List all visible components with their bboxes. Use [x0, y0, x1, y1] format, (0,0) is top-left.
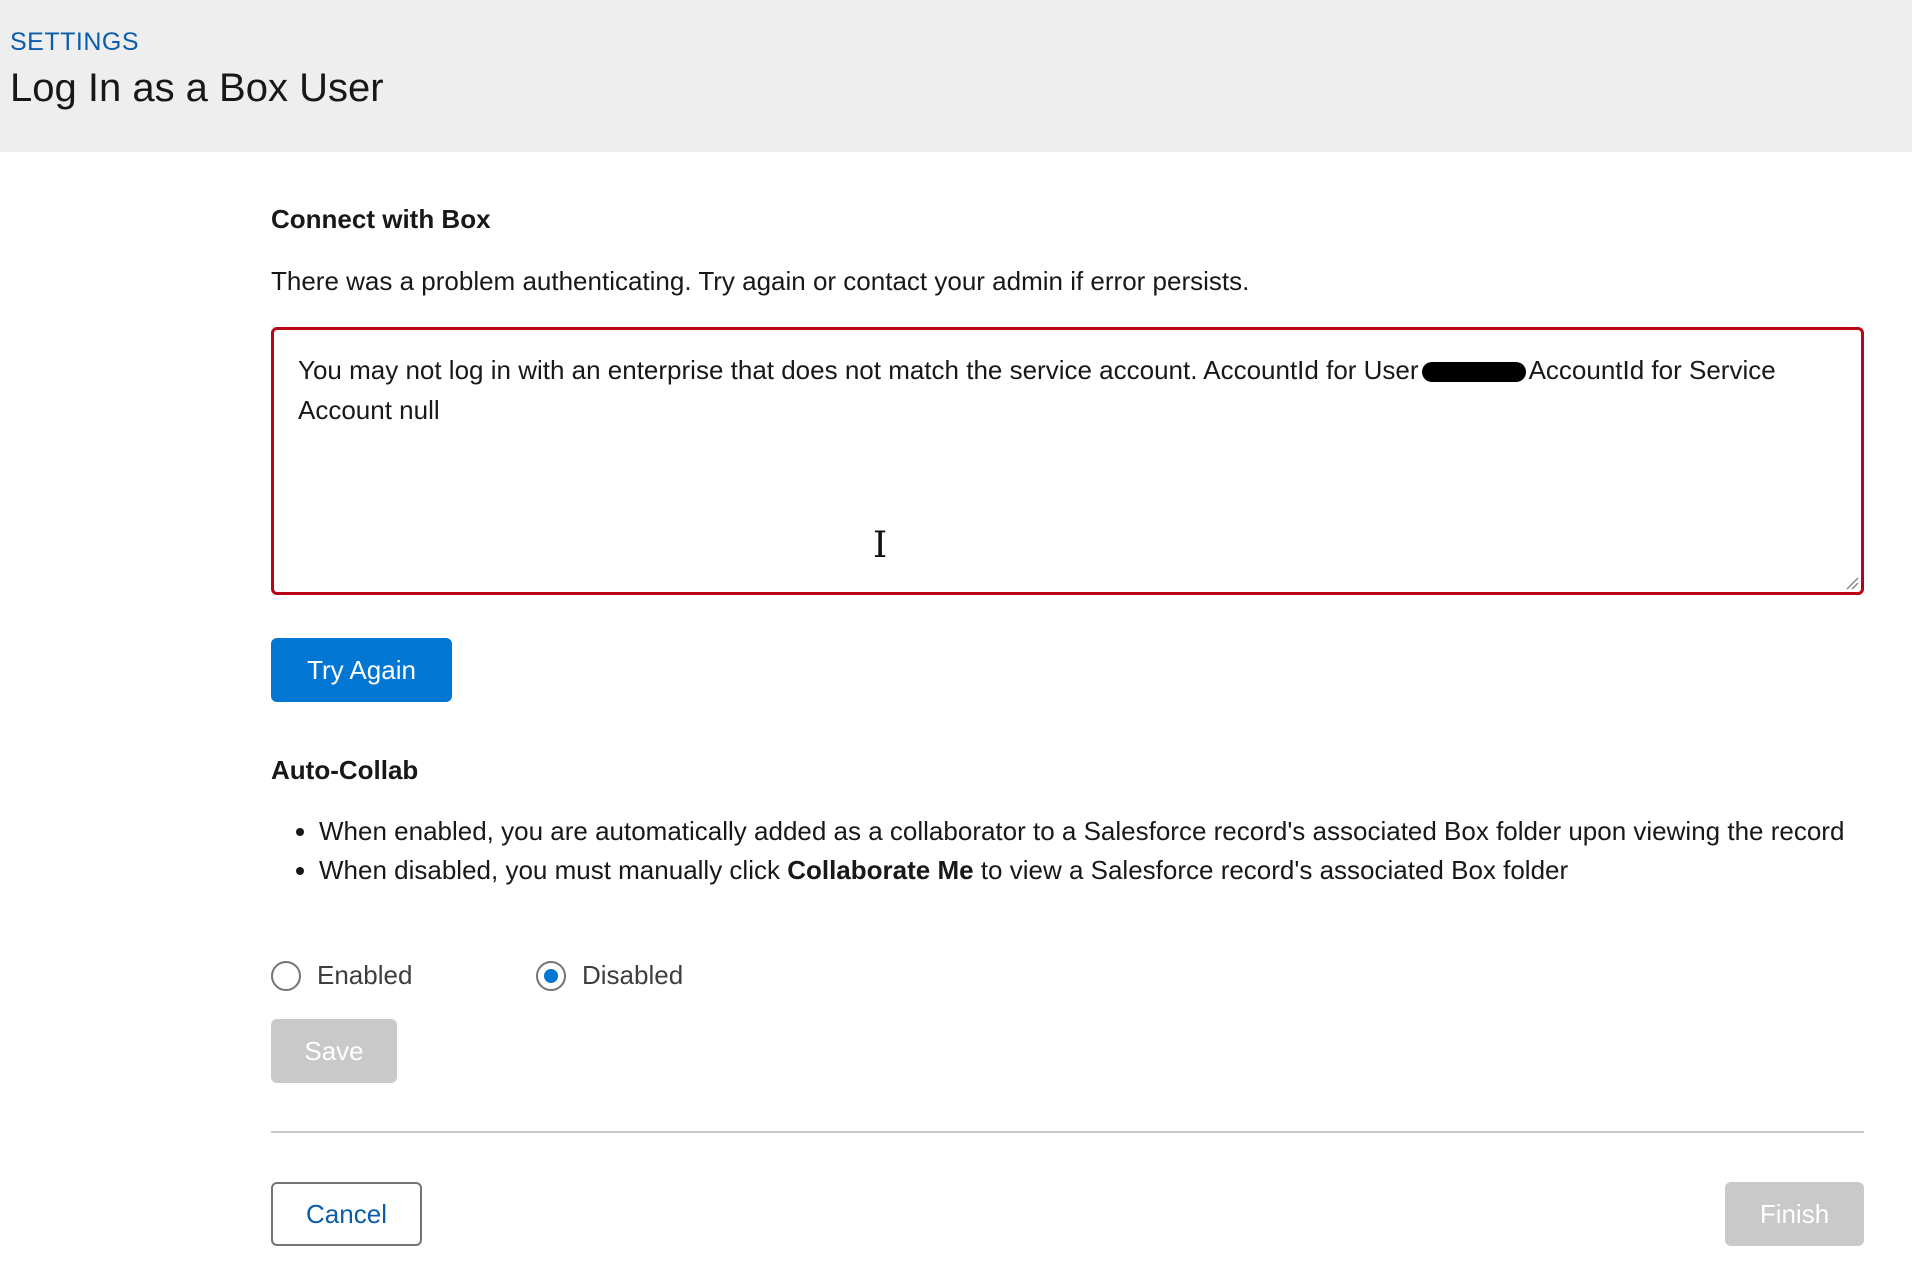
- auto-collab-bullets: When enabled, you are automatically adde…: [271, 812, 1879, 890]
- resize-handle-icon[interactable]: [1845, 576, 1859, 590]
- radio-disabled[interactable]: Disabled: [536, 960, 683, 991]
- cancel-button[interactable]: Cancel: [271, 1182, 422, 1246]
- bullet-enabled-description: When enabled, you are automatically adde…: [319, 812, 1879, 851]
- page-eyebrow: SETTINGS: [10, 28, 140, 56]
- page-title: Log In as a Box User: [10, 66, 384, 110]
- radio-disabled-label: Disabled: [582, 960, 684, 990]
- bullet-disabled-description: When disabled, you must manually click C…: [319, 851, 1879, 890]
- collaborate-me-text: Collaborate Me: [787, 855, 974, 885]
- bullet-2-text-before: When disabled, you must manually click: [319, 855, 788, 885]
- error-text-part-1: You may not log in with an enterprise th…: [298, 355, 1419, 385]
- connect-section-title: Connect with Box: [271, 204, 491, 234]
- save-button[interactable]: Save: [271, 1019, 397, 1083]
- radio-enabled-label: Enabled: [317, 960, 413, 990]
- page-header: SETTINGS Log In as a Box User: [0, 0, 1912, 152]
- try-again-button[interactable]: Try Again: [271, 638, 452, 702]
- radio-disabled-circle[interactable]: [536, 960, 566, 991]
- radio-enabled[interactable]: Enabled: [271, 960, 412, 991]
- redacted-account-id: [1421, 362, 1526, 383]
- finish-button[interactable]: Finish: [1725, 1182, 1864, 1246]
- error-details-textarea[interactable]: You may not log in with an enterprise th…: [271, 327, 1864, 595]
- footer-divider: [271, 1131, 1864, 1133]
- bullet-2-text-after: to view a Salesforce record's associated…: [973, 855, 1569, 885]
- text-cursor-icon: I: [873, 525, 888, 566]
- auto-collab-radio-group: Enabled Disabled: [271, 960, 971, 996]
- auto-collab-title: Auto-Collab: [271, 755, 419, 785]
- auth-error-message: There was a problem authenticating. Try …: [271, 266, 1250, 296]
- radio-enabled-circle[interactable]: [271, 960, 301, 991]
